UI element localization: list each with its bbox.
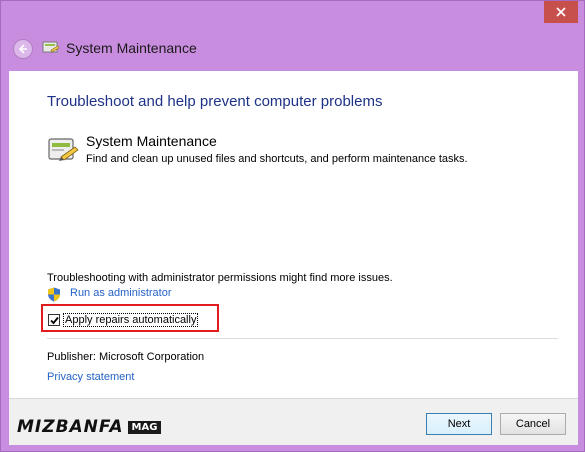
title-bar: System Maintenance	[1, 31, 585, 69]
page-heading: Troubleshoot and help prevent computer p…	[47, 93, 383, 110]
cancel-button[interactable]: Cancel	[500, 413, 566, 435]
publisher-label: Publisher:	[47, 351, 96, 363]
apply-repairs-option[interactable]: Apply repairs automatically	[48, 313, 199, 327]
window-frame: System Maintenance Troubleshoot and help…	[0, 0, 585, 452]
apply-repairs-label[interactable]: Apply repairs automatically	[63, 313, 199, 327]
content-panel: Troubleshoot and help prevent computer p…	[9, 71, 578, 398]
privacy-statement-link[interactable]: Privacy statement	[47, 371, 134, 383]
back-arrow-icon	[18, 44, 27, 54]
watermark-tag: MAG	[127, 420, 162, 434]
maintenance-title-icon	[42, 41, 60, 53]
task-title: System Maintenance	[86, 133, 217, 149]
back-button[interactable]	[13, 39, 33, 59]
watermark-brand: MIZBANFA	[17, 417, 124, 437]
separator	[47, 338, 558, 339]
close-icon	[556, 7, 566, 17]
window-title: System Maintenance	[66, 40, 197, 56]
publisher-info: Publisher: Microsoft Corporation	[47, 351, 204, 363]
run-as-administrator-link[interactable]: Run as administrator	[70, 287, 172, 299]
close-button[interactable]	[544, 1, 578, 23]
checkmark-icon	[49, 316, 59, 324]
uac-shield-icon	[48, 287, 60, 302]
next-button[interactable]: Next	[426, 413, 492, 435]
task-description: Find and clean up unused files and short…	[86, 153, 468, 165]
watermark-logo: MIZBANFA MAG	[17, 415, 162, 439]
maintenance-icon	[48, 138, 79, 161]
publisher-value: Microsoft Corporation	[98, 351, 205, 363]
apply-repairs-checkbox[interactable]	[48, 314, 60, 326]
admin-note: Troubleshooting with administrator permi…	[47, 272, 393, 284]
